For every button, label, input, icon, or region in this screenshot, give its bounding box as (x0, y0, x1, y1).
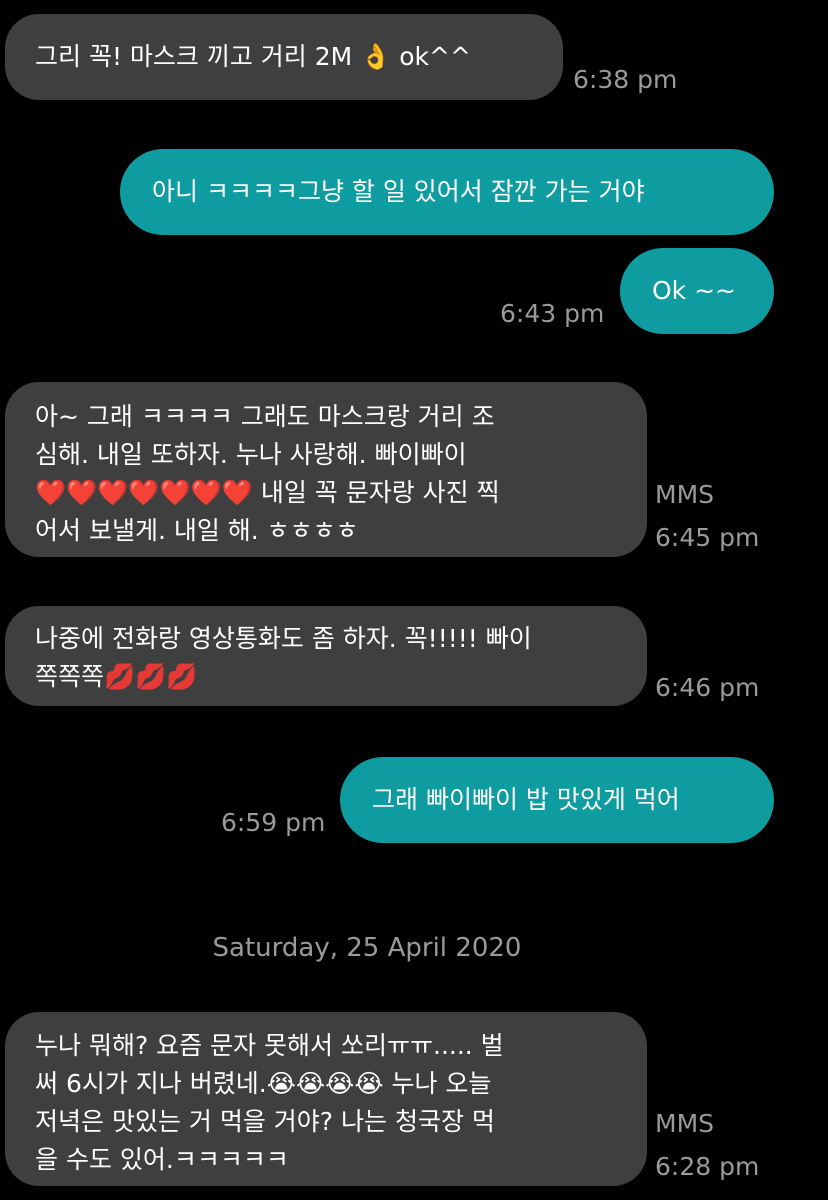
message-timestamp: 6:28 pm (655, 1152, 760, 1181)
message-bubble-outgoing[interactable]: Ok ~~ (620, 248, 774, 334)
message-text-line: ❤️❤️❤️❤️❤️❤️❤️ 내일 꼭 문자랑 사진 찍 (35, 478, 500, 507)
message-timestamp: 6:38 pm (573, 65, 678, 94)
message-bubble-incoming[interactable]: 누나 뭐해? 요즘 문자 못해서 쏘리ㅠㅠ..... 벌 써 6시가 지나 버렸… (5, 1012, 647, 1186)
message-bubble-outgoing[interactable]: 그래 빠이빠이 밥 맛있게 먹어 (340, 757, 774, 843)
message-bubble-outgoing[interactable]: 아니 ㅋㅋㅋㅋ그냥 할 일 있어서 잠깐 가는 거야 (120, 149, 774, 235)
message-bubble-incoming[interactable]: 나중에 전화랑 영상통화도 좀 하자. 꼭!!!!! 빠이 쪽쪽쪽💋💋💋 (5, 606, 647, 706)
message-text-line: 저녁은 맛있는 거 먹을 거야? 나는 청국장 먹 (35, 1107, 495, 1136)
date-separator: Saturday, 25 April 2020 (212, 933, 522, 963)
message-bubble-incoming[interactable]: 그리 꼭! 마스크 끼고 거리 2M 👌 ok^^ (5, 14, 563, 100)
message-text-line: 어서 보낼게. 내일 해. ㅎㅎㅎㅎ (35, 516, 359, 545)
message-text-line: 써 6시가 지나 버렸네.😭😭😭😭 누나 오늘 (35, 1069, 492, 1098)
message-timestamp: 6:43 pm (500, 299, 605, 328)
message-timestamp: 6:46 pm (655, 673, 760, 702)
mms-badge: MMS (655, 1109, 715, 1138)
message-text-line: 나중에 전화랑 영상통화도 좀 하자. 꼭!!!!! 빠이 (35, 624, 532, 653)
message-text-line: 심해. 내일 또하자. 누나 사랑해. 빠이빠이 (35, 440, 467, 469)
message-text-line: 누나 뭐해? 요즘 문자 못해서 쏘리ㅠㅠ..... 벌 (35, 1031, 504, 1060)
message-text: 아니 ㅋㅋㅋㅋ그냥 할 일 있어서 잠깐 가는 거야 (152, 177, 645, 206)
mms-badge: MMS (655, 480, 715, 509)
message-timestamp: 6:45 pm (655, 523, 760, 552)
message-timestamp: 6:59 pm (221, 808, 326, 837)
message-text: Ok ~~ (652, 276, 736, 305)
message-text-line: 아~ 그래 ㅋㅋㅋㅋ 그래도 마스크랑 거리 조 (35, 402, 495, 431)
message-text: 그래 빠이빠이 밥 맛있게 먹어 (372, 785, 680, 814)
message-text: 그리 꼭! 마스크 끼고 거리 2M 👌 ok^^ (35, 42, 471, 71)
message-text-line: 쪽쪽쪽💋💋💋 (35, 662, 198, 691)
message-bubble-incoming[interactable]: 아~ 그래 ㅋㅋㅋㅋ 그래도 마스크랑 거리 조 심해. 내일 또하자. 누나 … (5, 382, 647, 557)
message-text-line: 을 수도 있어.ㅋㅋㅋㅋㅋ (35, 1145, 289, 1174)
